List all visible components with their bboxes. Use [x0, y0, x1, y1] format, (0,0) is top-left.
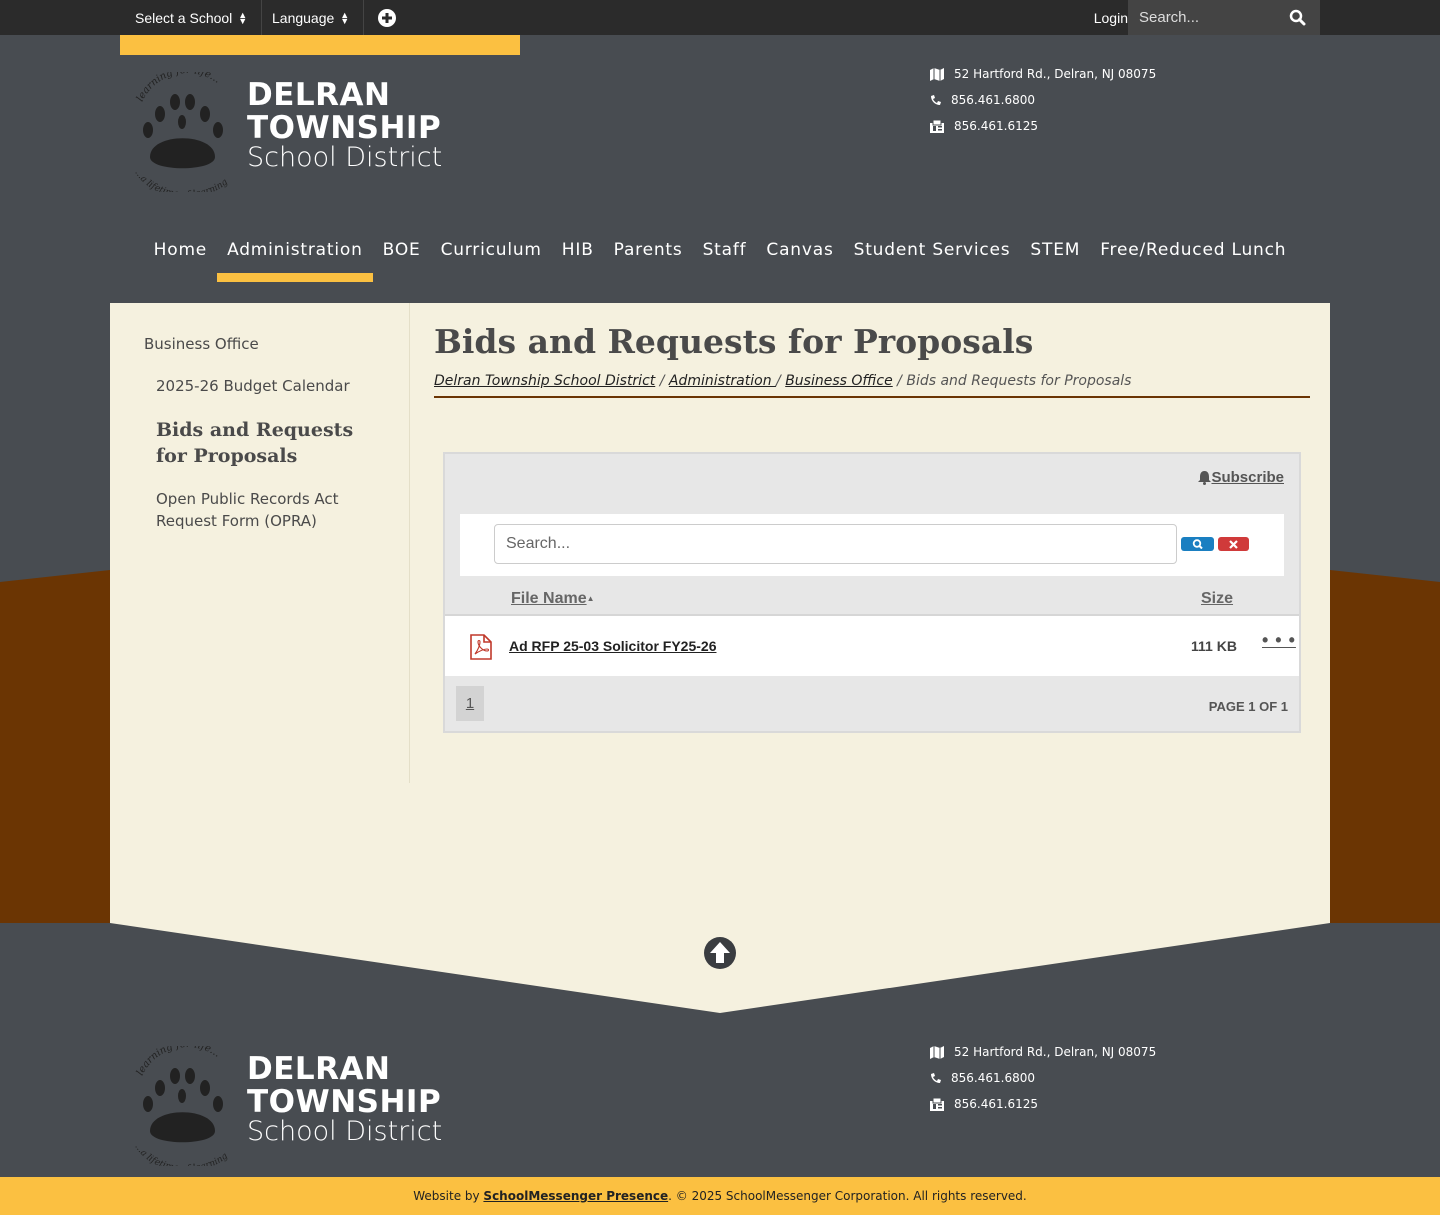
nav-stem[interactable]: STEM: [1020, 240, 1090, 262]
breadcrumb: Delran Township School District / Admini…: [434, 373, 1310, 398]
paw-logo-icon: learning for life... ...a lifetime of le…: [132, 72, 230, 192]
breadcrumb-district[interactable]: Delran Township School District: [434, 373, 655, 389]
subscribe-link[interactable]: Subscribe: [1198, 469, 1284, 486]
address-row: 52 Hartford Rd., Delran, NJ 08075: [930, 1039, 1156, 1065]
close-icon: [1229, 539, 1238, 549]
sort-file-name[interactable]: File Name▲: [511, 590, 595, 608]
copyright-bar: Website by SchoolMessenger Presence . © …: [0, 1177, 1440, 1215]
phone-text[interactable]: 856.461.6800: [951, 1071, 1035, 1085]
site-name-line2: TOWNSHIP: [247, 1084, 442, 1120]
sidebar-item-bids-rfp[interactable]: Bids and Requests for Proposals: [156, 417, 386, 469]
breadcrumb-business-office[interactable]: Business Office: [785, 373, 893, 389]
breadcrumb-current: Bids and Requests for Proposals: [906, 373, 1132, 389]
site-name-line3: School District: [247, 1116, 443, 1147]
login-link[interactable]: Login: [1094, 0, 1128, 35]
nav-administration[interactable]: Administration: [217, 240, 373, 282]
sidebar: Business Office 2025-26 Budget Calendar …: [110, 303, 410, 783]
file-search-button[interactable]: [1181, 537, 1214, 551]
footer-prefix: Website by: [413, 1189, 484, 1203]
page-1-button[interactable]: 1: [456, 686, 484, 721]
sidebar-parent-business-office[interactable]: Business Office: [144, 335, 259, 353]
breadcrumb-administration[interactable]: Administration: [669, 373, 776, 389]
file-list-panel: Subscribe File Name▲ Size Ad RFP 25-03 S…: [443, 452, 1301, 733]
svg-text:...a lifetime of learning: ...a lifetime of learning: [132, 168, 230, 192]
site-logo[interactable]: learning for life... ...a lifetime of le…: [130, 72, 460, 192]
page-title: Bids and Requests for Proposals: [434, 322, 1034, 361]
nav-curriculum[interactable]: Curriculum: [431, 240, 552, 262]
sidebar-item-budget-calendar[interactable]: 2025-26 Budget Calendar: [156, 377, 350, 395]
fax-text: 856.461.6125: [954, 119, 1038, 133]
contact-info: 52 Hartford Rd., Delran, NJ 08075 856.46…: [930, 61, 1156, 139]
utility-bar: Select a School ▲ ▼ Language ▲ ▼ Login: [0, 0, 1440, 35]
site-name-line1: DELRAN: [247, 77, 391, 113]
file-search-clear-button[interactable]: [1218, 537, 1249, 551]
sort-size[interactable]: Size: [1201, 590, 1233, 608]
nav-canvas[interactable]: Canvas: [756, 240, 843, 262]
nav-hib[interactable]: HIB: [552, 240, 604, 262]
background-band-right: [1330, 570, 1440, 923]
sidebar-item-opra[interactable]: Open Public Records Act Request Form (OP…: [156, 488, 366, 532]
site-name-line3: School District: [247, 142, 443, 173]
search-icon[interactable]: [1289, 9, 1306, 26]
fax-icon: [930, 119, 954, 133]
footer-suffix: . © 2025 SchoolMessenger Corporation. Al…: [668, 1189, 1027, 1203]
file-row: Ad RFP 25-03 Solicitor FY25-26 111 KB • …: [445, 616, 1299, 676]
subscribe-label: Subscribe: [1211, 469, 1284, 486]
phone-text[interactable]: 856.461.6800: [951, 93, 1035, 107]
paw-logo-icon: learning for life... ...a lifetime of le…: [132, 1046, 230, 1166]
page-count: PAGE 1 OF 1: [1208, 699, 1288, 714]
more-options-icon[interactable]: • • •: [1262, 630, 1296, 651]
back-to-top-icon[interactable]: [703, 936, 737, 970]
file-search: [460, 514, 1284, 576]
phone-row: 856.461.6800: [930, 1065, 1156, 1091]
nav-home[interactable]: Home: [144, 240, 217, 262]
fax-icon: [930, 1097, 954, 1111]
site-search-input[interactable]: [1128, 9, 1278, 26]
file-search-input[interactable]: [494, 524, 1177, 564]
site-name-line1: DELRAN: [247, 1051, 391, 1087]
fax-row: 856.461.6125: [930, 1091, 1156, 1117]
main-nav: Home Administration BOE Curriculum HIB P…: [0, 240, 1440, 282]
address-text: 52 Hartford Rd., Delran, NJ 08075: [954, 1045, 1157, 1059]
file-size: 111 KB: [1191, 638, 1237, 654]
phone-icon: [930, 1072, 951, 1084]
column-file-name: File Name: [511, 590, 587, 607]
address-row: 52 Hartford Rd., Delran, NJ 08075: [930, 61, 1156, 87]
address-text: 52 Hartford Rd., Delran, NJ 08075: [954, 67, 1157, 81]
select-school-dropdown[interactable]: Select a School ▲ ▼: [120, 0, 262, 35]
plus-circle-button[interactable]: [364, 0, 410, 35]
map-icon: [930, 67, 954, 81]
nav-free-reduced-lunch[interactable]: Free/Reduced Lunch: [1090, 240, 1296, 262]
phone-row: 856.461.6800: [930, 87, 1156, 113]
search-icon: [1192, 539, 1203, 549]
pdf-file-icon: [470, 634, 492, 660]
file-name-link[interactable]: Ad RFP 25-03 Solicitor FY25-26: [509, 638, 716, 654]
header-accent-bar: [120, 35, 520, 55]
language-dropdown[interactable]: Language ▲ ▼: [262, 0, 364, 35]
language-label: Language: [272, 9, 335, 26]
schoolmessenger-link[interactable]: SchoolMessenger Presence: [483, 1189, 668, 1203]
map-icon: [930, 1045, 954, 1059]
background-band-left: [0, 570, 110, 923]
nav-boe[interactable]: BOE: [373, 240, 431, 262]
updown-icon: ▲ ▼: [238, 9, 248, 26]
nav-student-services[interactable]: Student Services: [844, 240, 1021, 262]
svg-text:...a lifetime of learning: ...a lifetime of learning: [132, 1142, 230, 1166]
nav-staff[interactable]: Staff: [693, 240, 757, 262]
footer-logo[interactable]: learning for life... ...a lifetime of le…: [130, 1046, 460, 1166]
plus-circle-icon: [378, 8, 396, 27]
fax-row: 856.461.6125: [930, 113, 1156, 139]
nav-parents[interactable]: Parents: [604, 240, 693, 262]
file-table-header: File Name▲ Size: [445, 578, 1299, 616]
fax-text: 856.461.6125: [954, 1097, 1038, 1111]
site-search: [1128, 0, 1320, 35]
site-name-line2: TOWNSHIP: [247, 110, 442, 146]
footer-contact-info: 52 Hartford Rd., Delran, NJ 08075 856.46…: [930, 1039, 1156, 1117]
phone-icon: [930, 94, 951, 106]
bell-icon: [1198, 470, 1212, 485]
updown-icon: ▲ ▼: [340, 9, 350, 26]
sort-up-icon: ▲: [586, 594, 595, 603]
select-school-label: Select a School: [135, 9, 233, 26]
